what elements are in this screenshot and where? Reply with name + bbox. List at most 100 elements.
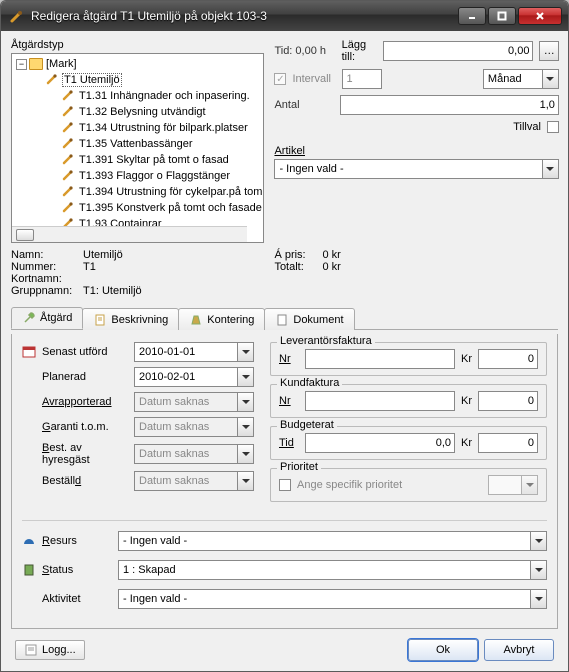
lagg-till-input[interactable] [383, 41, 533, 61]
kortnamn-label: Kortnamn: [11, 273, 83, 285]
senast-utford-label: Senast utförd [42, 346, 128, 358]
cancel-button[interactable]: Avbryt [484, 639, 554, 661]
status-combo[interactable]: 1 : Skapad [118, 560, 547, 580]
prioritet-checkbox[interactable] [279, 479, 291, 491]
gruppnamn-label: Gruppnamn: [11, 285, 83, 297]
chevron-down-icon[interactable] [237, 368, 253, 386]
resurs-combo[interactable]: - Ingen vald - [118, 531, 547, 551]
tree-item[interactable]: T1.395 Konstverk på tomt och fasade [78, 202, 263, 214]
brush-icon [62, 121, 76, 136]
titlebar[interactable]: Redigera åtgärd T1 Utemiljö på objekt 10… [1, 1, 568, 31]
chevron-down-icon[interactable] [237, 472, 253, 490]
document-icon [93, 313, 107, 327]
maximize-button[interactable] [488, 7, 516, 25]
artikel-combo[interactable]: - Ingen vald - [274, 159, 558, 179]
intervall-input[interactable] [342, 69, 382, 89]
lagg-till-label: Lägg till: [342, 39, 378, 63]
kr-label: Kr [461, 353, 472, 365]
brush-icon [62, 137, 76, 152]
lev-nr-input[interactable] [305, 349, 455, 369]
tab-beskrivning[interactable]: Beskrivning [82, 308, 179, 330]
aktivitet-combo[interactable]: - Ingen vald - [118, 589, 547, 609]
tab-bar: Åtgärd Beskrivning Kontering Dokument [11, 307, 558, 330]
kund-nr-input[interactable] [305, 391, 455, 411]
collapse-icon[interactable]: − [16, 59, 27, 70]
lev-kr-input[interactable] [478, 349, 538, 369]
tree-item[interactable]: T1.34 Utrustning för bilpark.platser [78, 122, 249, 134]
budget-tid-input[interactable] [305, 433, 455, 453]
wrench-icon [22, 311, 36, 325]
prioritet-check-label: Ange specifik prioritet [297, 479, 482, 491]
tree-item[interactable]: T1.31 Inhängnader och inpasering. [78, 90, 251, 102]
nr-label: Nr [279, 395, 299, 407]
kund-kr-input[interactable] [478, 391, 538, 411]
bestalld-label: Beställd [42, 475, 128, 487]
garanti-input[interactable]: Datum saknas [134, 417, 254, 437]
brush-icon [62, 89, 76, 104]
separator [22, 520, 547, 521]
tree-item[interactable]: T1.391 Skyltar på tomt o fasad [78, 154, 230, 166]
tree-item-selected[interactable]: T1 Utemiljö [62, 73, 122, 87]
action-type-tree[interactable]: − [Mark] T1 Utemiljö T1.31 Inhängnader oc… [11, 53, 264, 243]
page-icon [275, 313, 289, 327]
log-icon [24, 643, 38, 657]
kundfaktura-group: Kundfaktura NrKr [270, 384, 547, 418]
status-icon [22, 563, 36, 577]
tab-kontering[interactable]: Kontering [178, 308, 265, 330]
totalt-label: Totalt: [274, 261, 322, 273]
nummer-label: Nummer: [11, 261, 83, 273]
tid-label: Tid [279, 437, 299, 449]
leverantorsfaktura-group: Leverantörsfaktura NrKr [270, 342, 547, 376]
tab-atgard[interactable]: Åtgärd [11, 307, 83, 329]
prioritet-combo [488, 475, 538, 495]
chevron-down-icon[interactable] [530, 532, 546, 550]
chevron-down-icon[interactable] [237, 445, 253, 463]
tillval-label: Tillval [513, 121, 541, 133]
senast-utford-input[interactable]: 2010-01-01 [134, 342, 254, 362]
tree-item[interactable]: T1.394 Utrustning för cykelpar.på tom [78, 186, 263, 198]
chevron-down-icon[interactable] [542, 70, 558, 88]
chevron-down-icon [521, 476, 537, 494]
avrapporterad-input[interactable]: Datum saknas [134, 392, 254, 412]
intervall-unit-combo[interactable]: Månad [483, 69, 559, 89]
antal-input[interactable] [340, 95, 558, 115]
kund-legend: Kundfaktura [277, 377, 342, 389]
dialog-footer: Logg... Ok Avbryt [11, 633, 558, 665]
budgeterat-group: Budgeterat TidKr [270, 426, 547, 460]
tillval-checkbox[interactable] [547, 121, 559, 133]
apris-label: Á pris: [274, 249, 322, 261]
best-hyresgast-input[interactable]: Datum saknas [134, 444, 254, 464]
tree-item[interactable]: T1.393 Flaggor o Flaggstänger [78, 170, 231, 182]
money-bag-icon [189, 313, 203, 327]
prioritet-group: Prioritet Ange specifik prioritet [270, 468, 547, 502]
horizontal-scrollbar[interactable] [12, 226, 247, 242]
kr-label: Kr [461, 437, 472, 449]
prioritet-legend: Prioritet [277, 461, 321, 473]
logg-button[interactable]: Logg... [15, 640, 85, 660]
chevron-down-icon[interactable] [237, 343, 253, 361]
resurs-label: Resurs [42, 535, 112, 547]
brush-icon [46, 73, 60, 88]
bestalld-input[interactable]: Datum saknas [134, 471, 254, 491]
chevron-down-icon[interactable] [530, 590, 546, 608]
planerad-input[interactable]: 2010-02-01 [134, 367, 254, 387]
garanti-label: Garanti t.o.m. [42, 421, 128, 433]
chevron-down-icon[interactable] [237, 393, 253, 411]
ok-button[interactable]: Ok [408, 639, 478, 661]
tree-item[interactable]: T1.35 Vattenbassänger [78, 138, 194, 150]
chevron-down-icon[interactable] [530, 561, 546, 579]
budget-kr-input[interactable] [478, 433, 538, 453]
chevron-down-icon[interactable] [237, 418, 253, 436]
minimize-button[interactable] [458, 7, 486, 25]
chevron-down-icon[interactable] [542, 160, 558, 178]
best-hyresgast-label: Best. av hyresgäst [42, 442, 128, 466]
intervall-label: Intervall [292, 73, 336, 85]
tid-label: Tid: 0,00 h [274, 45, 335, 57]
tree-item[interactable]: T1.32 Belysning utvändigt [78, 106, 207, 118]
tree-root[interactable]: [Mark] [45, 58, 78, 70]
brush-icon [62, 201, 76, 216]
lagg-till-more-button[interactable]: … [539, 41, 558, 61]
namn-value: Utemiljö [83, 249, 123, 261]
tab-dokument[interactable]: Dokument [264, 308, 354, 330]
close-button[interactable] [518, 7, 562, 25]
